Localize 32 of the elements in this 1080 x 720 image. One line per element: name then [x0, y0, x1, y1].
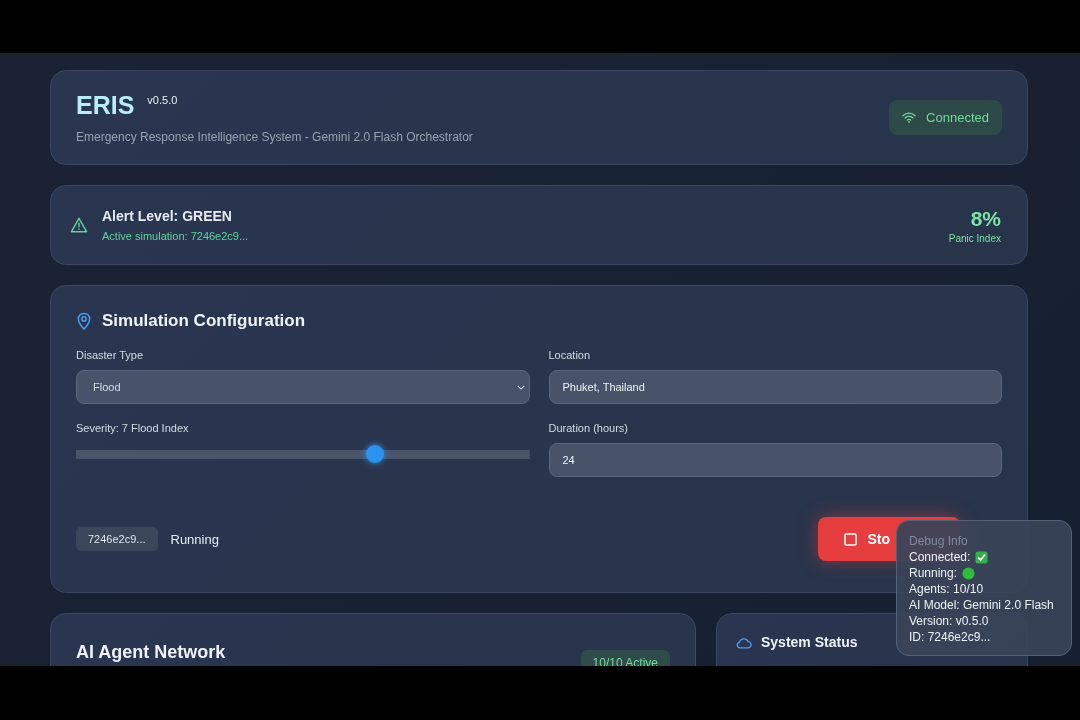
panic-index-value: 8% [970, 206, 1001, 231]
simulation-id-chip: 7246e2c9... [76, 527, 158, 551]
section-title: System Status [761, 634, 858, 650]
wifi-icon [902, 112, 917, 123]
duration-field[interactable]: 24 [548, 443, 1002, 477]
debug-text: ID: 7246e2c9... [909, 630, 992, 644]
field-label: Duration (hours) [548, 422, 629, 434]
debug-text: Version: v0.5.0 [909, 614, 990, 628]
cloud-icon [736, 638, 752, 649]
slider-thumb[interactable] [366, 445, 385, 463]
chevron-down-icon [516, 384, 525, 390]
connection-badge: Connected [889, 100, 1002, 135]
debug-text: Running: [909, 566, 958, 580]
section-title: AI Agent Network [76, 642, 226, 663]
stop-square-icon [844, 532, 858, 546]
location-field[interactable]: Phuket, Thailand [548, 370, 1002, 404]
warning-icon [70, 217, 88, 233]
alert-level-title: Alert Level: GREEN [102, 208, 233, 224]
field-label: Location [548, 349, 592, 361]
simulation-status: Running [170, 531, 219, 547]
app-subtitle: Emergency Response Intelligence System - Gemini 2.0 Flash Orchestrator [76, 130, 474, 144]
debug-text: Agents: 10/10 [909, 582, 985, 596]
debug-text: AI Model: Gemini 2.0 Flash [909, 598, 1055, 612]
active-simulation-text: Active simulation: 7246e2c9... [102, 230, 250, 242]
panic-index-label: Panic Index [948, 232, 1001, 244]
field-label: Severity: 7 Flood Index [76, 422, 190, 434]
version-label: v0.5.0 [147, 94, 178, 106]
field-label: Disaster Type [76, 349, 145, 361]
disaster-type-dropdown[interactable]: Flood [76, 370, 530, 404]
section-title: Simulation Configuration [102, 311, 306, 331]
app-title: ERIS [76, 91, 135, 120]
location-pin-icon [76, 311, 92, 331]
